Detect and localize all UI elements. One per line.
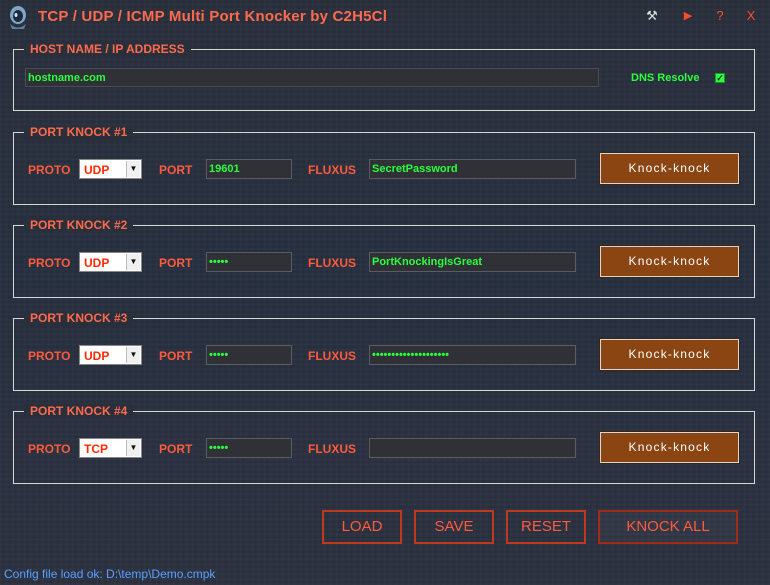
knock-legend: PORT KNOCK #4 [24, 404, 134, 419]
port-input[interactable]: ••••• [206, 345, 292, 365]
fluxus-label: FLUXUS [308, 442, 356, 456]
host-group: HOST NAME / IP ADDRESS hostname.com DNS … [13, 42, 755, 111]
knock-all-button[interactable]: KNOCK ALL [598, 510, 738, 544]
port-label: PORT [159, 256, 193, 270]
fluxus-input[interactable]: PortKnockingIsGreat [369, 252, 576, 272]
dns-resolve-checkbox[interactable]: ✓ [715, 73, 725, 83]
proto-value: UDP [84, 349, 110, 363]
proto-label: PROTO [28, 442, 71, 456]
fluxus-input[interactable]: SecretPassword [369, 159, 576, 179]
play-icon[interactable]: ▶ [678, 6, 698, 26]
app-logo-icon [10, 6, 26, 29]
knock-knock-button[interactable]: Knock-knock [599, 245, 740, 278]
proto-select[interactable]: TCP ▼ [79, 438, 142, 458]
load-button[interactable]: LOAD [322, 510, 402, 544]
proto-value: UDP [84, 163, 110, 177]
chevron-down-icon[interactable]: ▼ [126, 440, 140, 456]
proto-label: PROTO [28, 256, 71, 270]
proto-label: PROTO [28, 163, 71, 177]
fluxus-label: FLUXUS [308, 163, 356, 177]
title-bar: TCP / UDP / ICMP Multi Port Knocker by C… [0, 0, 770, 34]
knock-group-1: PORT KNOCK #1 PROTO UDP ▼ PORT 19601 FLU… [13, 125, 755, 205]
fluxus-label: FLUXUS [308, 256, 356, 270]
port-label: PORT [159, 442, 193, 456]
knock-group-3: PORT KNOCK #3 PROTO UDP ▼ PORT ••••• FLU… [13, 311, 755, 391]
knock-legend: PORT KNOCK #2 [24, 218, 134, 233]
knock-legend: PORT KNOCK #1 [24, 125, 134, 140]
hostname-input[interactable]: hostname.com [25, 68, 599, 87]
knock-knock-button[interactable]: Knock-knock [599, 152, 740, 185]
hammer-icon[interactable]: ⚒ [642, 6, 662, 26]
help-button[interactable]: ? [710, 6, 730, 26]
port-input[interactable]: ••••• [206, 438, 292, 458]
proto-value: TCP [84, 442, 108, 456]
save-button[interactable]: SAVE [414, 510, 494, 544]
fluxus-input[interactable]: •••••••••••••••••••• [369, 345, 576, 365]
proto-select[interactable]: UDP ▼ [79, 345, 142, 365]
chevron-down-icon[interactable]: ▼ [126, 254, 140, 270]
host-legend: HOST NAME / IP ADDRESS [24, 42, 191, 57]
fluxus-input[interactable] [369, 438, 576, 458]
fluxus-label: FLUXUS [308, 349, 356, 363]
proto-label: PROTO [28, 349, 71, 363]
proto-value: UDP [84, 256, 110, 270]
port-label: PORT [159, 163, 193, 177]
proto-select[interactable]: UDP ▼ [79, 159, 142, 179]
close-button[interactable]: X [741, 6, 761, 26]
port-input[interactable]: 19601 [206, 159, 292, 179]
chevron-down-icon[interactable]: ▼ [126, 347, 140, 363]
dns-resolve-label: DNS Resolve [631, 72, 700, 84]
port-label: PORT [159, 349, 193, 363]
reset-button[interactable]: RESET [506, 510, 586, 544]
status-text: Config file load ok: D:\temp\Demo.cmpk [4, 567, 216, 581]
port-input[interactable]: ••••• [206, 252, 292, 272]
proto-select[interactable]: UDP ▼ [79, 252, 142, 272]
window-title: TCP / UDP / ICMP Multi Port Knocker by C… [38, 8, 388, 25]
knock-group-4: PORT KNOCK #4 PROTO TCP ▼ PORT ••••• FLU… [13, 404, 755, 484]
knock-knock-button[interactable]: Knock-knock [599, 338, 740, 371]
knock-group-2: PORT KNOCK #2 PROTO UDP ▼ PORT ••••• FLU… [13, 218, 755, 298]
chevron-down-icon[interactable]: ▼ [126, 161, 140, 177]
knock-legend: PORT KNOCK #3 [24, 311, 134, 326]
knock-knock-button[interactable]: Knock-knock [599, 431, 740, 464]
